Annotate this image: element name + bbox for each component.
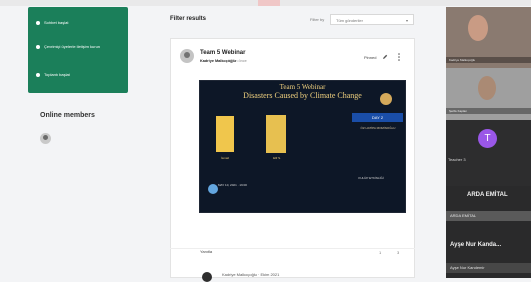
- pinned-label: Pinned: [364, 55, 377, 60]
- video-icon: [36, 73, 40, 77]
- reply-button[interactable]: Yanıtla: [200, 249, 212, 254]
- poster-subtitle: Disasters Caused by Climate Change: [243, 91, 362, 100]
- participant-bar-arda: ARDA EMİTAL: [446, 211, 531, 221]
- top-strip: [0, 0, 531, 6]
- sidebar-item-label: Sohbet başlat: [44, 20, 69, 25]
- more-options-icon[interactable]: [397, 52, 401, 62]
- sidebar-item-chat[interactable]: Sohbet başlat: [36, 20, 112, 25]
- poster-title: Team 5 Webinar: [279, 83, 326, 91]
- speaker-two-caption: Elif S.: [273, 156, 281, 160]
- poster-day-label: DAY 2: [352, 113, 403, 122]
- participant-name: Teacher 3: [448, 157, 466, 162]
- people-icon: [36, 45, 40, 49]
- sidebar-item-label: Toplantı başlat: [44, 72, 70, 77]
- sidebar-item-meeting[interactable]: Toplantı başlat: [36, 72, 112, 77]
- filter-by-label: Filter by: [310, 17, 325, 22]
- likes-count[interactable]: 1: [379, 250, 381, 255]
- webinar-poster-image: Team 5 Webinar Disasters Caused by Clima…: [199, 80, 406, 213]
- edit-icon[interactable]: [382, 54, 388, 60]
- filter-select-value: Tüm gönderiler: [336, 18, 363, 23]
- poster-date: MAY 10, 2021 · 19:00: [218, 183, 247, 187]
- post-time: 1 gün önce: [228, 59, 247, 63]
- poster-circle-icon: [208, 184, 218, 194]
- comment-avatar[interactable]: [202, 272, 212, 282]
- poster-schedule: KULÜP ETKİNLİĞİ: [358, 176, 384, 180]
- chat-icon: [36, 21, 40, 25]
- filter-select[interactable]: Tüm gönderiler ▾: [330, 14, 414, 25]
- participant-face: [468, 15, 488, 41]
- post-author-avatar[interactable]: [180, 49, 194, 63]
- filter-results-title: Filter results: [170, 16, 207, 22]
- video-tile-label: Şerife Kaplan: [446, 108, 531, 114]
- chevron-down-icon: ▾: [405, 18, 408, 23]
- online-members-title: Online members: [40, 112, 95, 119]
- speaker-one-caption: İsmail: [221, 156, 229, 160]
- poster-moderator: ÖZ HATİPA MOMİNOĞLU: [360, 126, 396, 130]
- sidebar-item-online-contact[interactable]: Çevrimiçi üyelerle iletişim kurun: [36, 44, 112, 49]
- speaker-one-photo: [216, 116, 234, 152]
- participant-name-arda: ARDA EMİTAL: [467, 192, 508, 198]
- participant-initial-icon: T: [478, 129, 497, 148]
- participant-bar-ayse: Ayşe Nur Kandemir: [446, 263, 531, 273]
- post-title: Team 5 Webinar: [200, 50, 246, 56]
- online-member-avatar[interactable]: [40, 133, 51, 144]
- speaker-two-photo: [266, 115, 286, 153]
- top-accent-mark: [258, 0, 280, 6]
- comments-count[interactable]: 3: [397, 250, 399, 255]
- video-tile-label: Kadriye Malkoçoğlu: [446, 57, 531, 63]
- participant-name-ayse: Ayşe Nur Kanda...: [450, 242, 502, 248]
- participant-face: [478, 76, 496, 100]
- comment-preview: Kadriye Malkoçoğlu · Ekim 2021: [222, 272, 280, 277]
- sidebar-item-label: Çevrimiçi üyelerle iletişim kurun: [44, 44, 101, 49]
